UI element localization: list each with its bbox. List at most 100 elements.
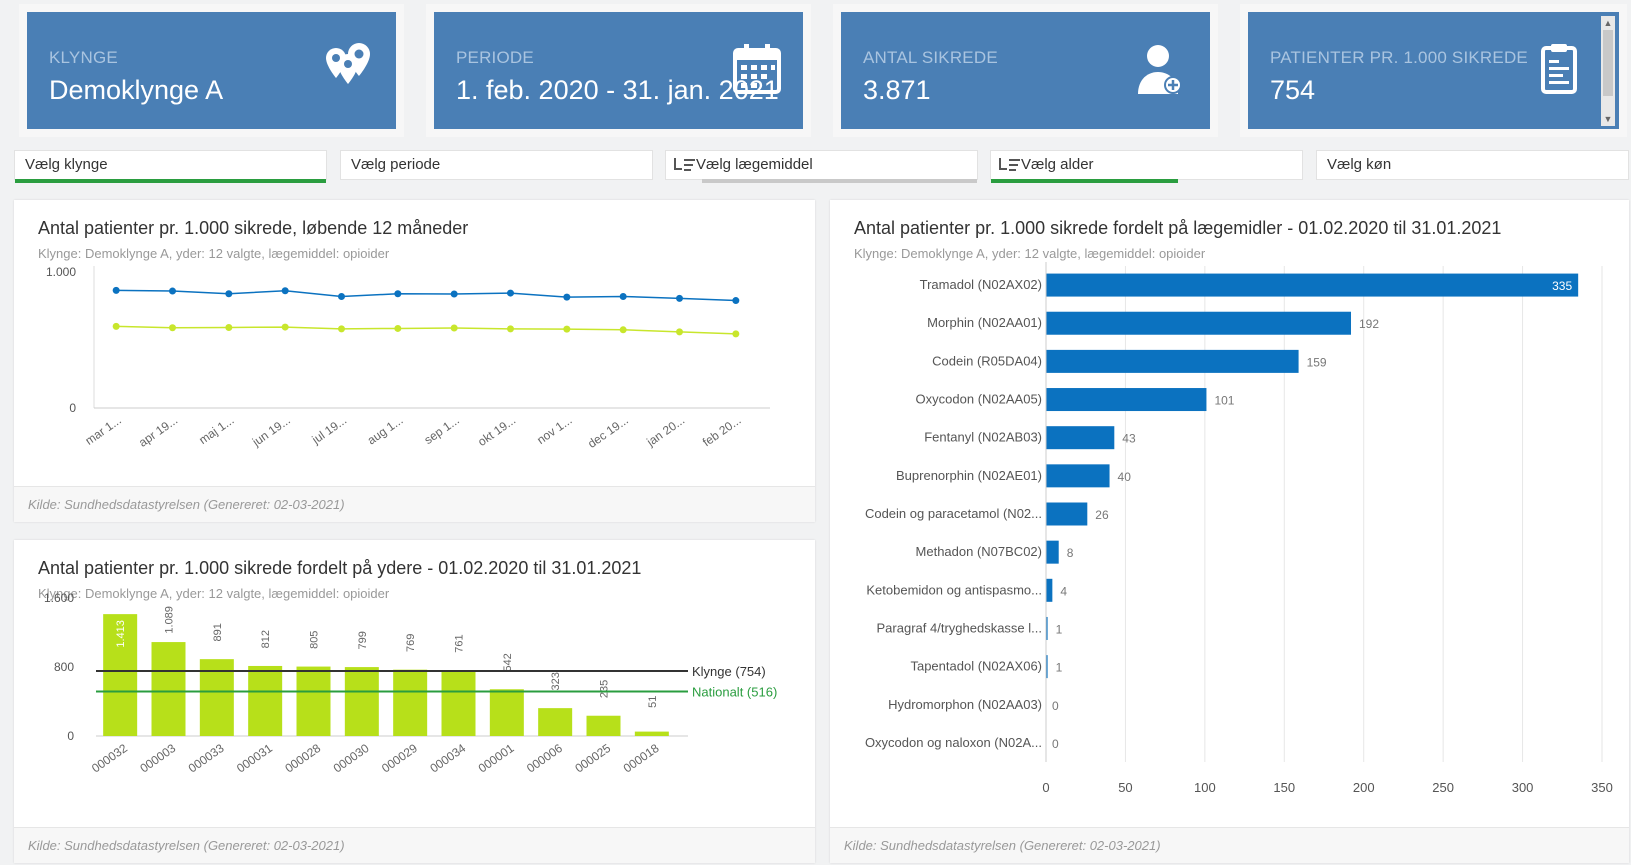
x-tick-label: jul 19... <box>309 413 350 447</box>
data-point <box>732 297 740 305</box>
laegemidler-bar-chart: 0 50 100 150 200 250 300 350Tramadol (N02AX02) 3… <box>865 262 1613 795</box>
data-label: 542 <box>502 653 514 671</box>
data-point <box>619 292 627 300</box>
bar <box>1046 311 1352 335</box>
data-label: 0 <box>1052 699 1059 713</box>
x-tick-label: 250 <box>1432 780 1454 795</box>
data-point <box>394 290 402 298</box>
category-label: Tramadol (N02AX02) <box>920 277 1042 292</box>
x-tick-label: 000028 <box>282 741 323 776</box>
category-label: Oxycodon (N02AA05) <box>916 392 1042 407</box>
x-tick-label: 200 <box>1353 780 1375 795</box>
line-chart: 1.000 0 mar 1... apr 19... maj 1... jun 19...… <box>46 265 770 451</box>
data-label: 1 <box>1056 622 1063 636</box>
x-tick-label: feb 20... <box>700 413 744 449</box>
category-label: Hydromorphon (N02AA03) <box>888 697 1042 712</box>
data-point <box>112 286 120 294</box>
data-label: 769 <box>405 634 417 652</box>
bar <box>1046 349 1299 373</box>
kpi-value: Demoklynge A <box>49 75 224 105</box>
filter-list-icon <box>674 158 695 171</box>
data-label: 799 <box>357 631 369 649</box>
data-label: 101 <box>1214 394 1234 408</box>
category-label: Morphin (N02AA01) <box>927 315 1042 330</box>
kpi-patienter: PATIENTER PR. 1.000 SIKREDE 754 ▲ ▼ <box>1248 12 1619 129</box>
filter-alder[interactable]: Vælg alder <box>990 150 1303 183</box>
filter-klynge[interactable]: Vælg klynge <box>14 150 327 183</box>
category-label: Paragraf 4/tryghedskasse l... <box>877 620 1042 635</box>
filter-label: Vælg klynge <box>25 156 108 173</box>
category-label: Codein og paracetamol (N02... <box>865 506 1042 521</box>
data-point <box>112 322 120 330</box>
data-point <box>676 294 683 302</box>
filter-koen[interactable]: Vælg køn <box>1316 150 1629 180</box>
data-point <box>338 292 345 300</box>
bar <box>248 665 283 736</box>
scrollbar-thumb[interactable] <box>1603 30 1613 96</box>
x-tick-label: 000032 <box>89 741 130 776</box>
filter-laegemiddel[interactable]: Vælg lægemiddel <box>665 150 978 183</box>
data-point <box>225 290 233 298</box>
category-label: Methadon (N07BC02) <box>916 544 1042 559</box>
filter-label: Vælg lægemiddel <box>696 156 813 173</box>
data-point <box>619 326 627 334</box>
card-line-chart: Antal patienter pr. 1.000 sikrede, løben… <box>14 200 815 522</box>
bar <box>586 715 621 736</box>
calendar-icon <box>733 44 781 94</box>
data-label: 8 <box>1067 546 1074 560</box>
bar <box>1046 426 1115 450</box>
kpi-label: PERIODE <box>456 48 534 67</box>
x-tick-label: 000003 <box>137 741 178 776</box>
x-tick-label: 000018 <box>621 741 662 776</box>
filter-periode[interactable]: Vælg periode <box>340 150 653 180</box>
kpi-value: 3.871 <box>863 75 931 105</box>
filter-progress-bar <box>702 179 977 183</box>
data-label: 761 <box>454 634 466 652</box>
data-label: 1.413 <box>115 620 127 648</box>
x-tick-label: 50 <box>1118 780 1132 795</box>
kpi-label: ANTAL SIKREDE <box>863 48 998 67</box>
data-point <box>281 323 289 331</box>
bar <box>634 731 669 736</box>
x-tick-label: nov 1... <box>534 413 574 447</box>
x-tick-label: 000006 <box>524 741 565 776</box>
filter-progress-bar <box>15 179 326 183</box>
category-label: Buprenorphin (N02AE01) <box>896 468 1042 483</box>
x-tick-label: jan 20... <box>643 413 687 450</box>
x-tick-label: apr 19... <box>136 413 180 450</box>
kpi-scrollbar[interactable]: ▲ ▼ <box>1601 16 1615 126</box>
data-label: 891 <box>212 623 224 641</box>
kpi-label: PATIENTER PR. 1.000 SIKREDE <box>1270 48 1528 67</box>
data-label: 26 <box>1095 508 1109 522</box>
x-tick-label: jun 19... <box>249 413 293 450</box>
category-label: Codein (R05DA04) <box>932 353 1042 368</box>
bar <box>489 689 524 736</box>
data-point <box>169 324 176 332</box>
category-label: Fentanyl (N02AB03) <box>924 430 1042 445</box>
series-line <box>116 325 736 335</box>
card-ydere-chart: Antal patienter pr. 1.000 sikrede fordel… <box>14 540 815 863</box>
data-point <box>507 289 514 297</box>
kpi-antal-sikrede: ANTAL SIKREDE 3.871 <box>841 12 1210 129</box>
scroll-down-arrow-icon[interactable]: ▼ <box>1603 114 1613 124</box>
bar <box>1046 388 1207 412</box>
data-point <box>676 328 683 336</box>
y-tick-label: 1.000 <box>46 265 76 279</box>
bar <box>1046 464 1110 488</box>
source-text: Kilde: Sundhedsdatastyrelsen (Genereret:… <box>28 497 345 512</box>
data-label: 812 <box>260 630 272 648</box>
reference-line-label: Nationalt (516) <box>692 684 777 699</box>
data-label: 192 <box>1359 317 1379 331</box>
x-tick-label: 000031 <box>234 741 275 776</box>
bar <box>296 666 331 736</box>
x-tick-label: 000029 <box>379 741 420 776</box>
x-tick-label: 300 <box>1512 780 1534 795</box>
x-tick-label: 0 <box>1042 780 1049 795</box>
data-label: 323 <box>550 672 562 690</box>
scroll-up-arrow-icon[interactable]: ▲ <box>1603 18 1613 28</box>
x-tick-label: 000033 <box>186 741 227 776</box>
map-pins-icon <box>326 43 370 84</box>
card-laegemidler-chart: Antal patienter pr. 1.000 sikrede fordel… <box>830 200 1629 863</box>
y-tick-label: 800 <box>54 660 74 674</box>
data-point <box>732 330 740 338</box>
